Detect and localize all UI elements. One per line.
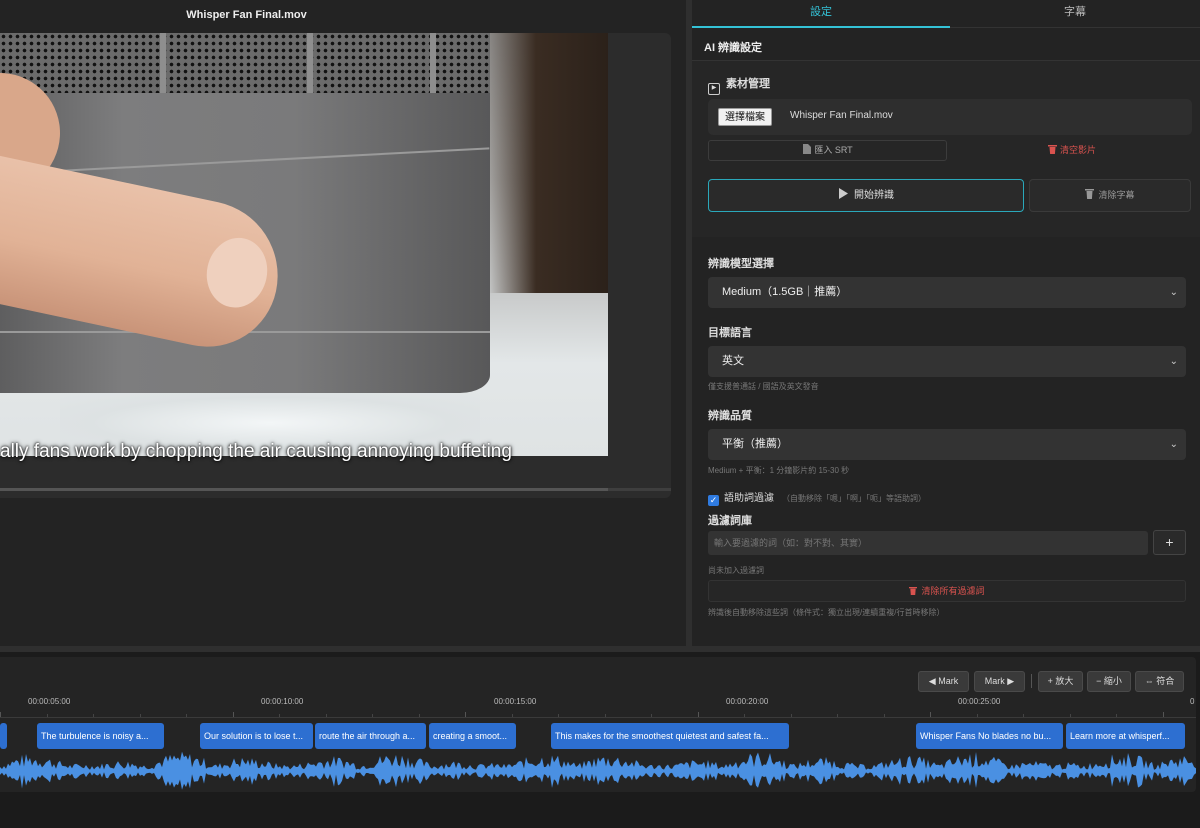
language-label: 目標語言 <box>708 327 752 339</box>
clear-all-filters-button[interactable]: 清除所有過濾詞 <box>708 580 1186 602</box>
clear-video-button[interactable]: 清空影片 <box>952 140 1192 161</box>
trash-icon <box>1085 189 1095 199</box>
quality-select[interactable]: 平衡（推薦） ⌄ <box>708 429 1186 460</box>
timeline: ◀ Mark Mark ▶ + 放大 − 縮小 ⇔ 符合 00:00:05:00… <box>0 652 1200 828</box>
trash-icon <box>1047 145 1057 154</box>
language-hint: 僅支援普通話 / 國語及英文發音 <box>708 382 819 391</box>
video-image <box>0 33 608 456</box>
clear-subtitles-button[interactable]: 清除字幕 <box>1029 179 1191 212</box>
next-mark-button[interactable]: Mark ▶ <box>974 671 1025 692</box>
fan-grille <box>0 33 490 93</box>
seek-bar[interactable] <box>0 488 671 491</box>
subtitle-track: The turbulence is noisy a... Our solutio… <box>0 719 1196 749</box>
video-player: Whisper Fan Final.mov ally fans work by … <box>0 0 686 646</box>
subtitle-segment[interactable]: creating a smoot... <box>429 723 516 749</box>
clear-subtitles-label: 清除字幕 <box>1098 190 1135 200</box>
video-subtitle: ally fans work by chopping the air causi… <box>0 441 512 462</box>
subtitle-segment[interactable]: Learn more at whisperf... <box>1066 723 1185 749</box>
model-label: 辨識模型選擇 <box>708 258 774 270</box>
import-srt-button[interactable]: 匯入 SRT <box>708 140 947 161</box>
language-value: 英文 <box>722 355 744 367</box>
tab-settings[interactable]: 設定 <box>692 0 950 28</box>
filler-checkbox[interactable]: ✓ <box>708 495 719 506</box>
quality-label: 辨識品質 <box>708 410 752 422</box>
zoom-in-button[interactable]: + 放大 <box>1038 671 1083 692</box>
chevron-down-icon: ⌄ <box>1169 287 1178 298</box>
start-label: 開始辨識 <box>854 190 894 201</box>
zoom-out-button[interactable]: − 縮小 <box>1087 671 1131 692</box>
timeline-track-area: ◀ Mark Mark ▶ + 放大 − 縮小 ⇔ 符合 00:00:05:00… <box>0 657 1196 792</box>
tab-subtitles[interactable]: 字幕 <box>950 0 1200 28</box>
filler-filter-row: ✓ 語助詞過濾 （自動移除「嗯」「啊」「呃」等語助詞） <box>708 489 926 506</box>
fit-button[interactable]: ⇔ 符合 <box>1135 671 1184 692</box>
play-square-icon: ▶ <box>708 83 720 95</box>
model-select[interactable]: Medium（1.5GB｜推薦） ⌄ <box>708 277 1186 308</box>
start-recognition-button[interactable]: 開始辨識 <box>708 179 1024 212</box>
filter-footer: 辨識後自動移除這些詞（條件式：獨立出現/連續重複/行首時移除） <box>708 608 945 617</box>
video-title: Whisper Fan Final.mov <box>186 9 307 21</box>
media-header: ▶ 素材管理 <box>708 75 770 95</box>
tick-label: 0 <box>1190 697 1195 706</box>
filter-lib-label: 過濾詞庫 <box>708 515 752 527</box>
quality-value: 平衡（推薦） <box>722 438 788 450</box>
import-srt-label: 匯入 SRT <box>814 145 853 155</box>
app-window: Whisper Fan Final.mov ally fans work by … <box>0 0 1200 828</box>
divider <box>1031 674 1032 688</box>
filler-hint: （自動移除「嗯」「啊」「呃」等語助詞） <box>782 494 926 503</box>
player-controls <box>0 495 671 498</box>
tick-label: 00:00:25:00 <box>958 697 1001 706</box>
media-card: ▶ 素材管理 選擇檔案 Whisper Fan Final.mov 匯入 SRT … <box>692 61 1200 237</box>
audio-waveform[interactable] <box>0 750 1196 792</box>
file-picker: 選擇檔案 Whisper Fan Final.mov <box>708 99 1192 135</box>
add-filter-button[interactable]: + <box>1153 530 1186 555</box>
waveform-path <box>0 751 1196 790</box>
tick-label: 00:00:10:00 <box>261 697 304 706</box>
settings-panel: 設定 字幕 AI 辨識設定 ▶ 素材管理 選擇檔案 Whisper Fan Fin… <box>692 0 1200 646</box>
quality-hint: Medium + 平衡：1 分鐘影片約 15-30 秒 <box>708 466 850 475</box>
ruler-baseline <box>0 717 1196 718</box>
subtitle-segment[interactable]: The turbulence is noisy a... <box>37 723 164 749</box>
tab-bar: 設定 字幕 <box>692 0 1200 28</box>
section-title: AI 辨識設定 <box>704 42 763 54</box>
subtitle-segment[interactable] <box>0 723 7 749</box>
filter-empty-text: 尚未加入過濾詞 <box>708 566 764 575</box>
filler-label: 語助詞過濾 <box>724 493 774 504</box>
clear-video-label: 清空影片 <box>1059 145 1096 155</box>
model-value: Medium（1.5GB｜推薦） <box>722 286 848 298</box>
subtitle-segment[interactable]: Whisper Fans No blades no bu... <box>916 723 1063 749</box>
choose-file-button[interactable]: 選擇檔案 <box>718 108 772 126</box>
filter-word-input[interactable] <box>708 531 1148 555</box>
subtitle-segment[interactable]: route the air through a... <box>315 723 426 749</box>
prev-mark-button[interactable]: ◀ Mark <box>918 671 969 692</box>
chevron-down-icon: ⌄ <box>1169 439 1178 450</box>
subtitle-segment[interactable]: This makes for the smoothest quietest an… <box>551 723 789 749</box>
chevron-down-icon: ⌄ <box>1169 356 1178 367</box>
media-header-label: 素材管理 <box>726 78 770 90</box>
file-name: Whisper Fan Final.mov <box>790 110 893 121</box>
play-icon <box>839 188 848 199</box>
video-frame[interactable]: ally fans work by chopping the air causi… <box>0 33 671 498</box>
subtitle-segment[interactable]: Our solution is to lose t... <box>200 723 313 749</box>
tick-label: 00:00:05:00 <box>28 697 71 706</box>
tick-label: 00:00:15:00 <box>494 697 537 706</box>
clear-all-label: 清除所有過濾詞 <box>921 586 985 596</box>
tick-label: 00:00:20:00 <box>726 697 769 706</box>
language-select[interactable]: 英文 ⌄ <box>708 346 1186 377</box>
trash-icon <box>909 587 918 595</box>
file-icon <box>803 144 812 154</box>
time-ruler[interactable]: 00:00:05:00 00:00:10:00 00:00:15:00 00:0… <box>0 694 1196 718</box>
